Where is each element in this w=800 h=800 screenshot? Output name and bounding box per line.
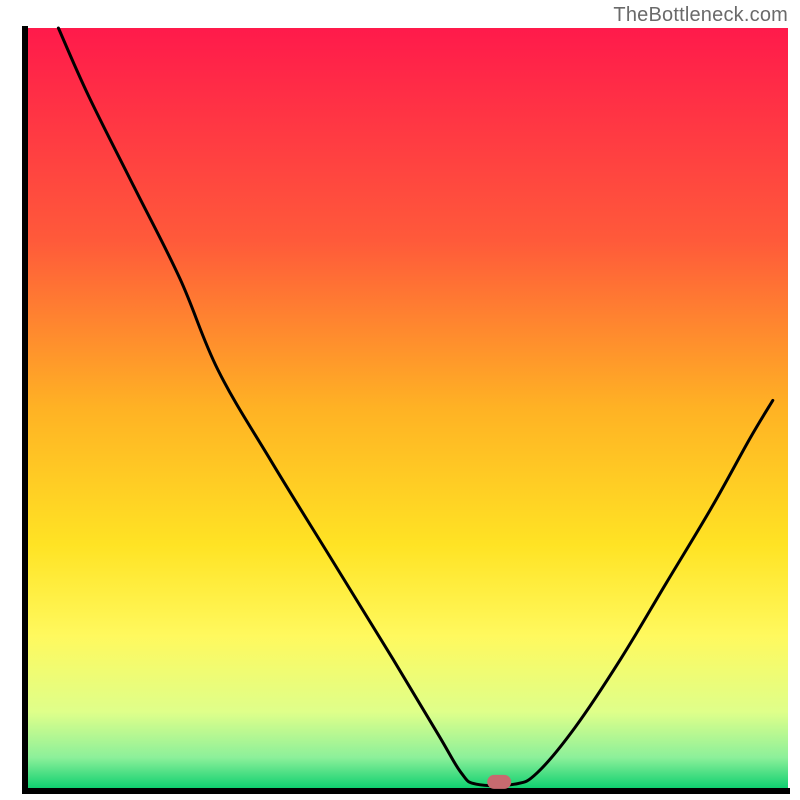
bottleneck-chart: TheBottleneck.com [0, 0, 800, 800]
chart-svg [0, 0, 800, 800]
watermark-text: TheBottleneck.com [613, 4, 788, 27]
